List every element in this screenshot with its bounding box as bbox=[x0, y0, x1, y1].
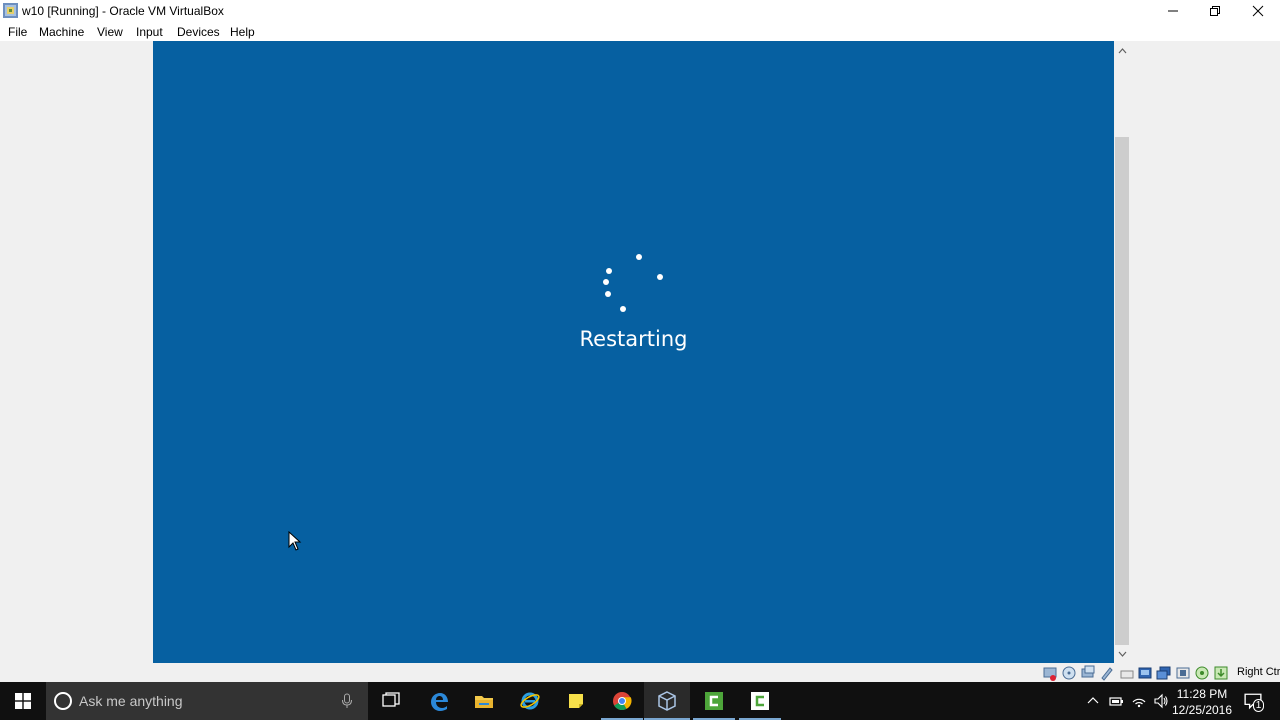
virtualbox-app-icon[interactable] bbox=[3, 3, 18, 18]
chrome-icon bbox=[613, 692, 632, 711]
menu-bar: File Machine View Input Devices Help bbox=[0, 22, 1280, 41]
cpu-activity-icon[interactable] bbox=[1194, 665, 1210, 681]
chevron-up-icon bbox=[1087, 697, 1099, 704]
mouse-integration-icon[interactable] bbox=[1213, 665, 1229, 681]
edge-icon bbox=[431, 693, 448, 711]
camtasia-studio-icon bbox=[751, 692, 769, 710]
close-button[interactable] bbox=[1236, 0, 1280, 22]
guest-screen[interactable]: Restarting bbox=[153, 41, 1114, 663]
tray-network[interactable] bbox=[1129, 682, 1149, 720]
search-placeholder: Ask me anything bbox=[79, 693, 183, 709]
video-capture-icon[interactable] bbox=[1175, 665, 1191, 681]
network-wifi-icon bbox=[1132, 698, 1146, 708]
windows-logo-icon bbox=[15, 693, 31, 709]
notification-count: 1 bbox=[1253, 699, 1264, 712]
window-title: w10 [Running] - Oracle VM VirtualBox bbox=[22, 4, 224, 18]
tray-power[interactable] bbox=[1106, 682, 1126, 720]
clock-date: 12/25/2016 bbox=[1171, 703, 1233, 717]
chevron-down-icon bbox=[1118, 651, 1126, 657]
scroll-thumb[interactable] bbox=[1115, 137, 1129, 645]
network-icon[interactable] bbox=[1099, 665, 1115, 681]
cortana-search-box[interactable]: Ask me anything bbox=[46, 682, 368, 720]
mouse-pointer-icon bbox=[288, 531, 302, 551]
microphone-icon[interactable] bbox=[341, 693, 353, 709]
vertical-scrollbar[interactable] bbox=[1114, 41, 1130, 664]
restarting-label: Restarting bbox=[579, 327, 688, 351]
volume-icon bbox=[1154, 693, 1168, 709]
start-button[interactable] bbox=[0, 682, 46, 720]
chevron-up-icon bbox=[1118, 48, 1126, 54]
file-explorer-icon bbox=[475, 696, 493, 708]
close-icon bbox=[1252, 5, 1264, 17]
usb-icon[interactable] bbox=[1118, 665, 1134, 681]
virtualbox-icon bbox=[658, 691, 676, 711]
vm-status-bar: Right Ctrl bbox=[0, 664, 1280, 682]
internet-explorer-icon bbox=[520, 692, 540, 710]
task-view-button[interactable] bbox=[368, 682, 414, 720]
audio-icon[interactable] bbox=[1080, 665, 1096, 681]
menu-view[interactable]: View bbox=[97, 25, 123, 39]
optical-drive-icon[interactable] bbox=[1061, 665, 1077, 681]
menu-input[interactable]: Input bbox=[136, 25, 163, 39]
taskbar-chrome[interactable] bbox=[599, 682, 645, 720]
restore-button[interactable] bbox=[1193, 0, 1237, 22]
battery-power-icon bbox=[1109, 697, 1123, 706]
menu-machine[interactable]: Machine bbox=[39, 25, 84, 39]
sticky-notes-icon bbox=[569, 694, 583, 708]
taskbar-virtualbox[interactable] bbox=[644, 682, 690, 720]
menu-devices[interactable]: Devices bbox=[177, 25, 220, 39]
taskbar-file-explorer[interactable] bbox=[461, 682, 507, 720]
taskbar-clock[interactable]: 11:28 PM 12/25/2016 bbox=[1170, 686, 1234, 718]
task-view-icon bbox=[382, 692, 400, 707]
menu-help[interactable]: Help bbox=[230, 25, 255, 39]
taskbar-internet-explorer[interactable] bbox=[507, 682, 553, 720]
action-center-button[interactable]: 1 bbox=[1240, 682, 1266, 720]
taskbar-edge[interactable] bbox=[416, 682, 462, 720]
title-bar: w10 [Running] - Oracle VM VirtualBox bbox=[0, 0, 1280, 22]
clock-time: 11:28 PM bbox=[1176, 687, 1228, 701]
menu-file[interactable]: File bbox=[8, 25, 27, 39]
minimize-button[interactable] bbox=[1151, 0, 1195, 22]
scroll-up-button[interactable] bbox=[1114, 43, 1130, 59]
hard-disk-icon[interactable] bbox=[1042, 665, 1058, 681]
scroll-down-button[interactable] bbox=[1114, 646, 1130, 662]
display-icon[interactable] bbox=[1156, 665, 1172, 681]
show-hidden-icons-button[interactable] bbox=[1084, 682, 1102, 720]
taskbar-camtasia-recorder[interactable] bbox=[691, 682, 737, 720]
tray-volume[interactable] bbox=[1151, 682, 1171, 720]
restore-icon bbox=[1210, 6, 1220, 16]
taskbar-sticky-notes[interactable] bbox=[553, 682, 599, 720]
camtasia-recorder-icon bbox=[705, 692, 723, 710]
taskbar-camtasia-studio[interactable] bbox=[737, 682, 783, 720]
cortana-icon bbox=[54, 692, 72, 710]
shared-folders-icon[interactable] bbox=[1137, 665, 1153, 681]
taskbar: Ask me anything 11:28 PM 12/25/2016 1 bbox=[0, 682, 1280, 720]
loading-spinner-icon bbox=[603, 254, 663, 312]
minimize-icon bbox=[1168, 10, 1178, 12]
host-key-label: Right Ctrl bbox=[1237, 666, 1280, 678]
